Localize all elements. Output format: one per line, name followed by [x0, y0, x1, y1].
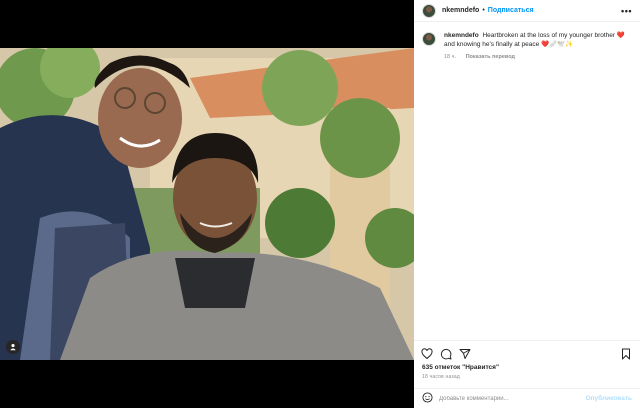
- like-button[interactable]: [421, 347, 433, 360]
- caption: nkemndefo Heartbroken at the loss of my …: [422, 31, 632, 62]
- caption-time[interactable]: 18 ч.: [444, 54, 456, 60]
- comment-button[interactable]: [440, 348, 452, 360]
- emoji-icon: [422, 391, 433, 403]
- comments-section: nkemndefo Heartbroken at the loss of my …: [414, 27, 640, 62]
- bookmark-icon: [622, 348, 630, 359]
- post-side-panel: nkemndefo • Подписаться ••• nkemndefo He…: [414, 0, 640, 408]
- caption-meta: 18 ч. Показать перевод: [444, 53, 632, 62]
- post-header: nkemndefo • Подписаться •••: [414, 0, 640, 22]
- translate-button[interactable]: Показать перевод: [466, 54, 515, 60]
- caption-avatar[interactable]: [422, 32, 436, 46]
- emoji-button[interactable]: [422, 390, 433, 408]
- separator-dot: •: [482, 7, 485, 14]
- caption-text-line: nkemndefo Heartbroken at the loss of my …: [444, 31, 632, 49]
- more-options-button[interactable]: •••: [621, 6, 632, 16]
- comment-icon: [440, 348, 452, 359]
- save-button[interactable]: [620, 348, 632, 360]
- author-avatar[interactable]: [422, 3, 436, 18]
- caption-body: nkemndefo Heartbroken at the loss of my …: [444, 31, 632, 62]
- share-icon: [459, 348, 471, 359]
- user-tag-icon: [10, 343, 16, 351]
- follow-button[interactable]: Подписаться: [488, 7, 534, 14]
- author-username[interactable]: nkemndefo: [442, 7, 479, 14]
- user-tag-button[interactable]: [6, 340, 20, 354]
- share-button[interactable]: [459, 348, 471, 360]
- publish-button[interactable]: Опубликовать: [586, 395, 632, 402]
- heart-icon: [421, 347, 433, 359]
- action-icons: [414, 341, 640, 361]
- comment-bar: Опубликовать: [414, 388, 640, 408]
- post-time-ago[interactable]: 18 часов назад: [414, 371, 640, 380]
- comment-input[interactable]: [439, 395, 586, 402]
- likes-count[interactable]: 635 отметок "Нравится": [414, 361, 640, 371]
- post-media-area: [0, 0, 414, 408]
- caption-username[interactable]: nkemndefo: [444, 32, 479, 39]
- actions-area: 635 отметок "Нравится" 18 часов назад: [414, 340, 640, 380]
- post-photo[interactable]: [0, 48, 414, 360]
- photo-illustration: [0, 48, 414, 360]
